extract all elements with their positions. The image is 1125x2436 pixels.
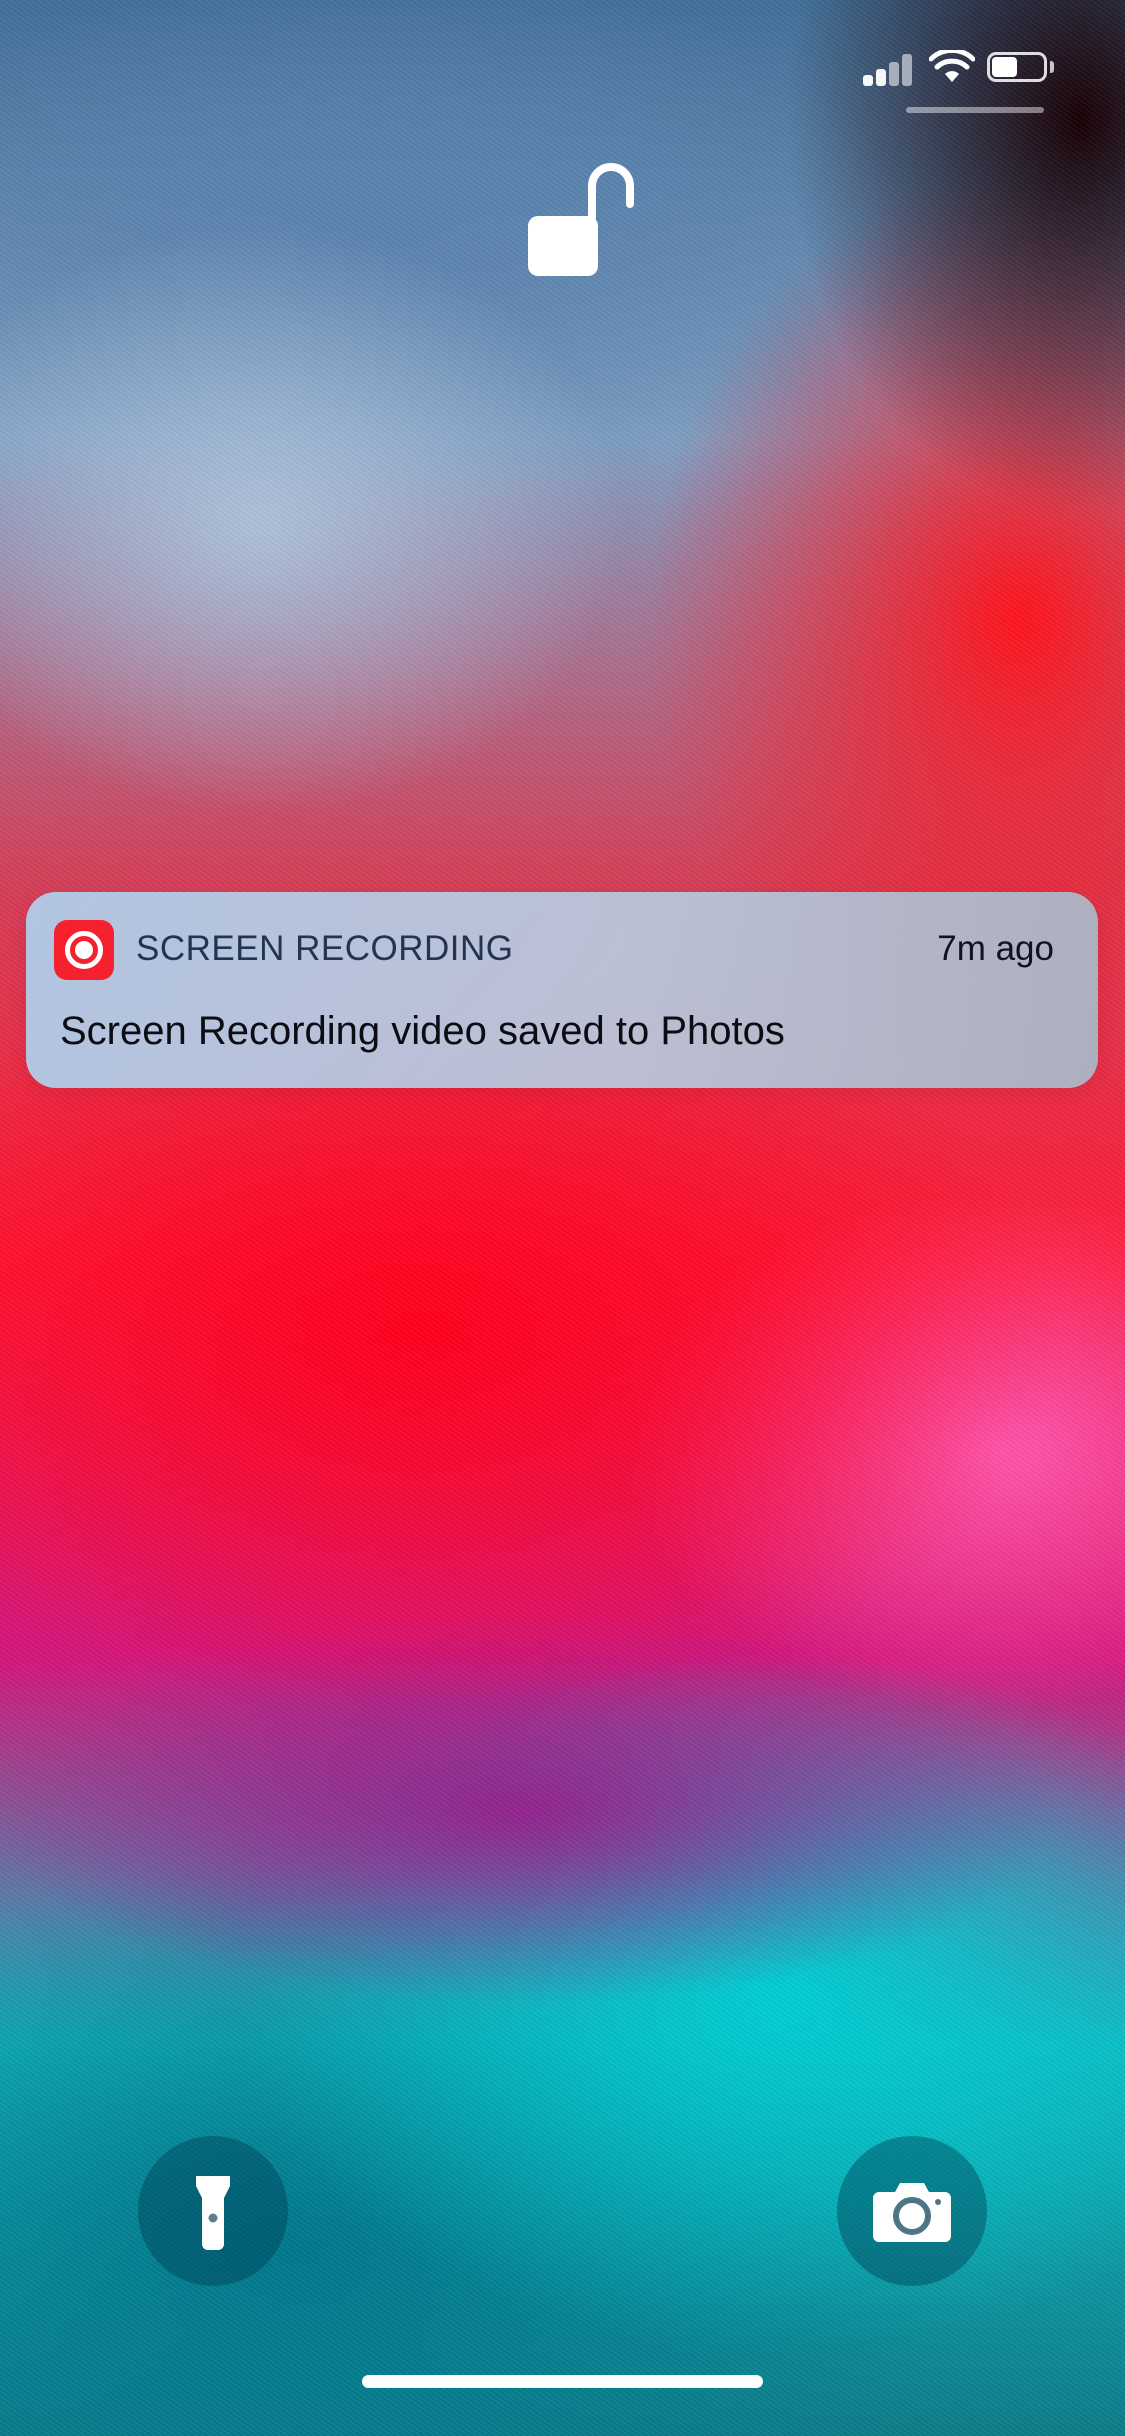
unlocked-padlock-icon (528, 163, 634, 276)
battery-icon (987, 52, 1055, 84)
camera-button[interactable] (837, 2136, 987, 2286)
wifi-icon (929, 50, 975, 82)
flashlight-button[interactable] (138, 2136, 288, 2286)
signal-bar-4 (902, 54, 912, 86)
signal-bar-2 (876, 69, 886, 86)
wallpaper (0, 0, 1125, 2436)
screen-recording-icon (54, 920, 114, 980)
notification-card[interactable]: SCREEN RECORDING 7m ago Screen Recording… (26, 892, 1098, 1088)
notification-time: 7m ago (937, 929, 1054, 968)
control-center-indicator[interactable] (906, 107, 1044, 113)
signal-bar-1 (863, 75, 873, 86)
notification-message: Screen Recording video saved to Photos (60, 1009, 785, 1053)
battery-fill (992, 57, 1017, 77)
flashlight-icon (196, 2176, 230, 2250)
notification-app-name: SCREEN RECORDING (136, 929, 514, 968)
record-dot (75, 941, 93, 959)
home-indicator[interactable] (362, 2375, 763, 2388)
lock-screen: SCREEN RECORDING 7m ago Screen Recording… (0, 0, 1125, 2436)
cellular-signal-icon (863, 52, 921, 86)
camera-icon (873, 2183, 951, 2242)
status-bar (863, 40, 1083, 110)
signal-bar-3 (889, 62, 899, 86)
battery-nub (1050, 61, 1054, 73)
